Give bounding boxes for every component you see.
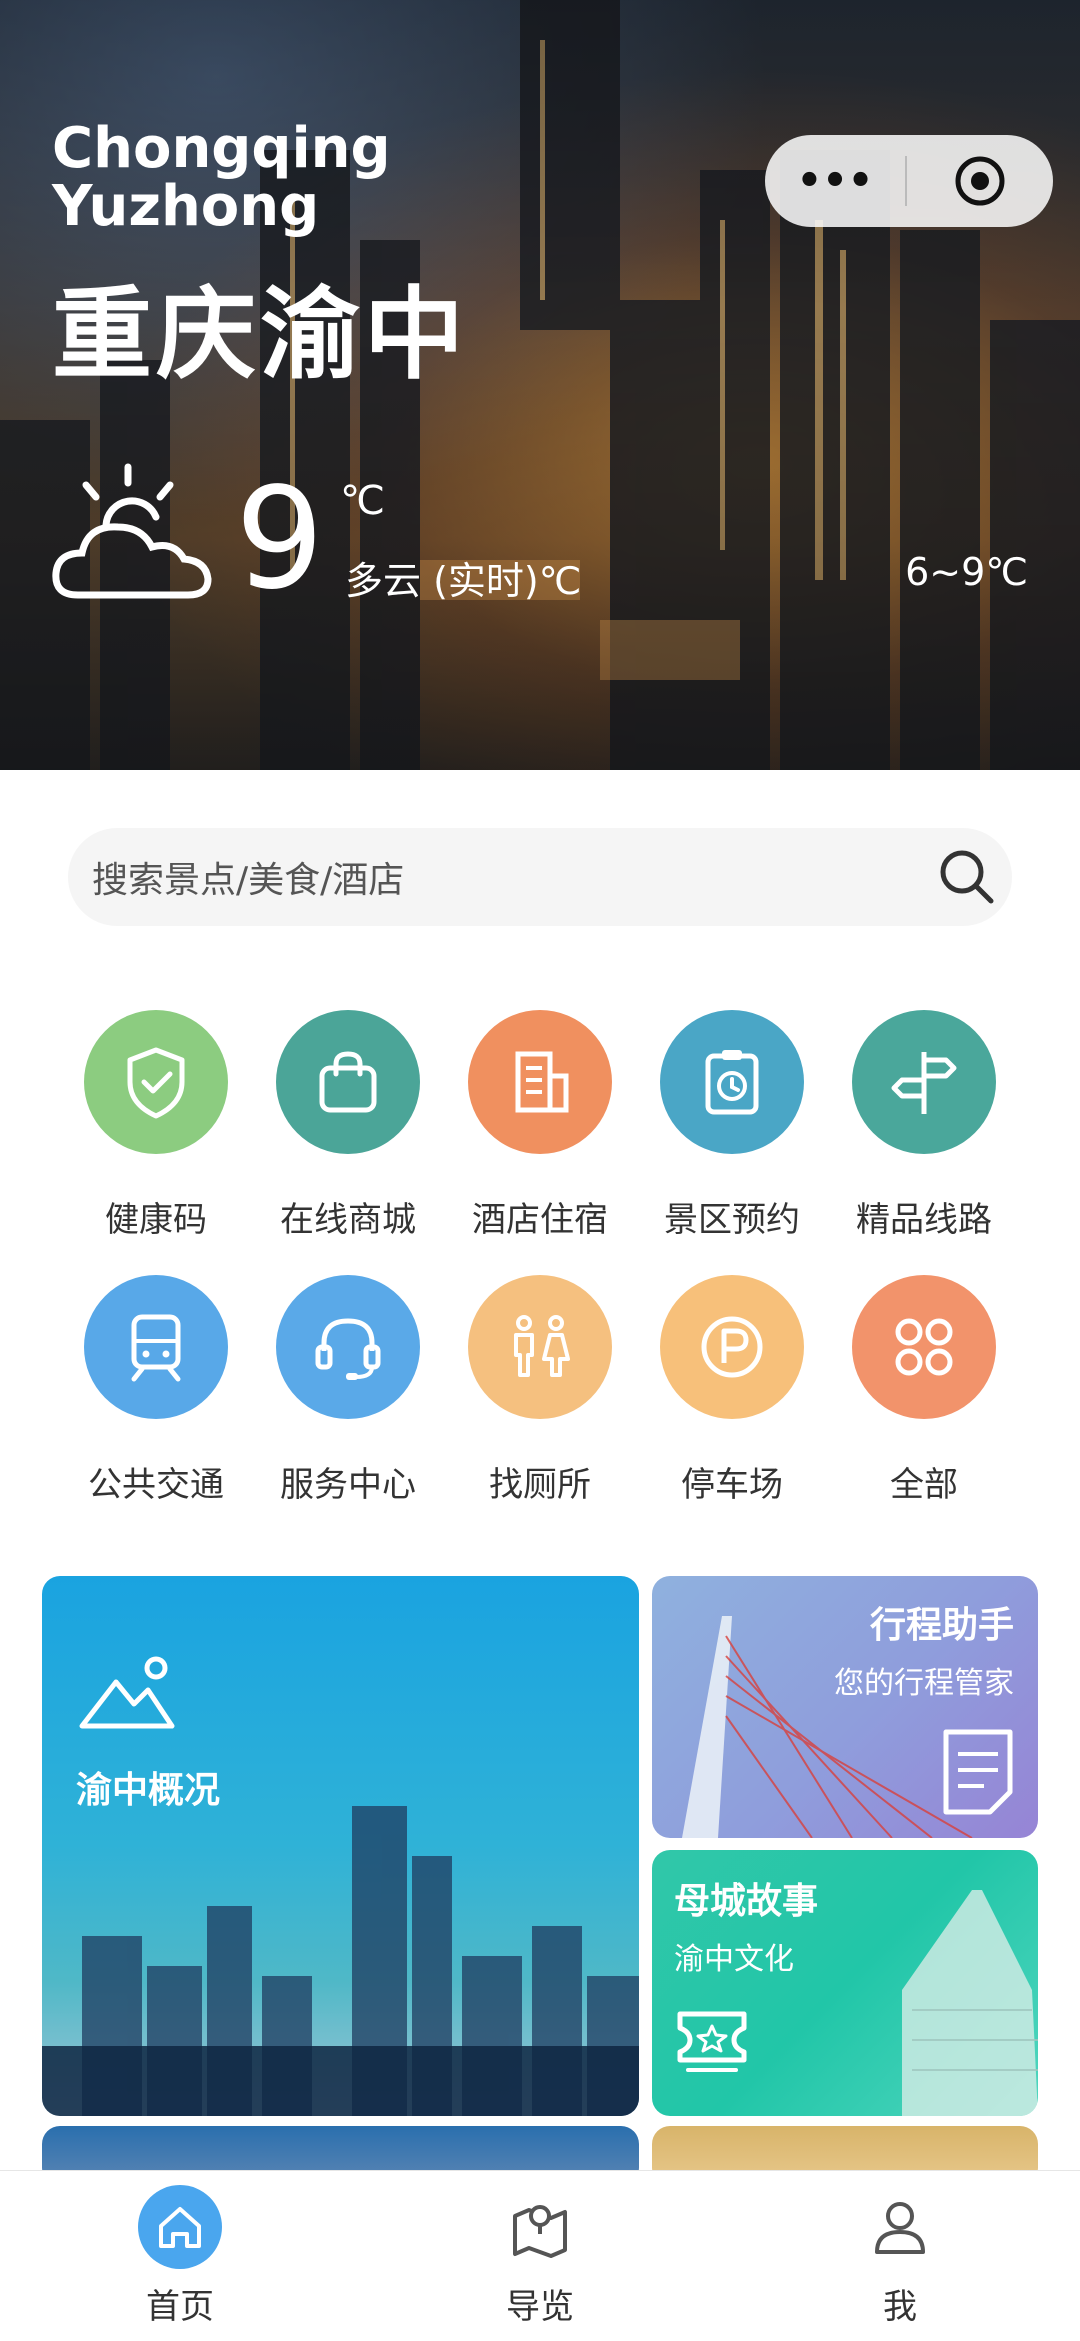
- tab-home-icon-wrap: [138, 2185, 222, 2269]
- headset-icon: [315, 1318, 381, 1380]
- home-icon: [138, 2185, 222, 2269]
- search-bar[interactable]: 搜索景点/美食/酒店: [68, 828, 1012, 926]
- story-subtitle: 渝中文化: [674, 1942, 794, 1977]
- grid-item-label: 在线商城: [280, 1200, 416, 1240]
- routes-circle: [852, 1010, 996, 1154]
- tab-guide[interactable]: 导览: [440, 2185, 640, 2328]
- grid-item-hotel[interactable]: 酒店住宿: [444, 1010, 636, 1241]
- parking-circle: [660, 1275, 804, 1419]
- itinerary-subtitle: 您的行程管家: [834, 1666, 1014, 1701]
- grid-item-public-transport[interactable]: 公共交通: [60, 1275, 252, 1506]
- search-button[interactable]: [922, 832, 1012, 922]
- grid-all-icon: [895, 1318, 953, 1376]
- main-content: 搜索景点/美食/酒店 健康码 在线商城 酒店住宿 景区预约 精品线路 公共交通 …: [0, 770, 1080, 2186]
- target-icon: [955, 156, 1005, 206]
- grid-item-label: 酒店住宿: [472, 1200, 608, 1240]
- tab-home[interactable]: 首页: [80, 2185, 280, 2328]
- signpost-icon: [891, 1052, 957, 1114]
- user-icon: [858, 2185, 942, 2269]
- story-card[interactable]: 母城故事 渝中文化: [652, 1850, 1038, 2116]
- itinerary-title: 行程助手: [869, 1605, 1014, 1646]
- hero-banner: Chongqing Yuzhong 重庆渝中 ••• 9 ℃ 多云 (实时)℃ …: [0, 0, 1080, 770]
- tab-me[interactable]: 我: [800, 2185, 1000, 2328]
- grid-item-label: 公共交通: [88, 1465, 224, 1505]
- search-input[interactable]: 搜索景点/美食/酒店: [68, 851, 922, 903]
- all-circle: [852, 1275, 996, 1419]
- city-title-chinese: 重庆渝中: [52, 276, 468, 393]
- temperature-range: 6~9℃: [905, 550, 1028, 594]
- title-en-line1: Chongqing: [52, 116, 391, 181]
- grid-item-health-code[interactable]: 健康码: [60, 1010, 252, 1241]
- grid-item-restroom[interactable]: 找厕所: [444, 1275, 636, 1506]
- train-icon: [131, 1314, 181, 1382]
- map-pin-icon: [498, 2185, 582, 2269]
- grid-item-scenic-booking[interactable]: 景区预约: [636, 1010, 828, 1241]
- weather-description: 多云 (实时)℃: [345, 559, 582, 603]
- itinerary-card[interactable]: 行程助手 您的行程管家: [652, 1576, 1038, 1838]
- title-en-line2: Yuzhong: [52, 174, 320, 239]
- grid-item-online-mall[interactable]: 在线商城: [252, 1010, 444, 1241]
- grid-item-label: 全部: [890, 1465, 958, 1505]
- search-icon: [940, 850, 994, 904]
- clipboard-clock-icon: [705, 1050, 759, 1115]
- close-miniapp-button[interactable]: [907, 154, 1053, 208]
- document-icon: [943, 1729, 1013, 1815]
- cloudy-sun-icon: [52, 463, 212, 599]
- current-temperature: 9: [235, 458, 325, 621]
- overview-card[interactable]: 渝中概况: [42, 1576, 639, 2116]
- miniapp-capsule: •••: [765, 135, 1053, 227]
- grid-item-routes[interactable]: 精品线路: [828, 1010, 1020, 1241]
- grid-item-label: 服务中心: [280, 1465, 416, 1505]
- building-icon: [515, 1051, 569, 1113]
- ticket-star-icon: [677, 2011, 747, 2072]
- health-code-circle: [84, 1010, 228, 1154]
- grid-item-label: 精品线路: [856, 1200, 992, 1240]
- restroom-circle: [468, 1275, 612, 1419]
- tab-label: 导览: [506, 2287, 574, 2327]
- grid-item-label: 健康码: [105, 1200, 207, 1240]
- grid-item-all[interactable]: 全部: [828, 1275, 1020, 1506]
- grid-item-service-center[interactable]: 服务中心: [252, 1275, 444, 1506]
- city-title-english: Chongqing Yuzhong: [52, 120, 391, 236]
- hotel-circle: [468, 1010, 612, 1154]
- parking-icon: [701, 1316, 763, 1378]
- shield-check-icon: [127, 1047, 185, 1119]
- temperature-unit: ℃: [340, 478, 385, 524]
- grid-item-label: 停车场: [681, 1465, 783, 1505]
- story-title: 母城故事: [674, 1881, 819, 1922]
- grid-item-parking[interactable]: 停车场: [636, 1275, 828, 1506]
- online-mall-circle: [276, 1010, 420, 1154]
- bottom-tab-bar: 首页 导览 我: [0, 2170, 1080, 2341]
- shopping-bag-icon: [319, 1051, 377, 1113]
- tab-label: 我: [883, 2287, 917, 2327]
- service-center-circle: [276, 1275, 420, 1419]
- transport-circle: [84, 1275, 228, 1419]
- tab-label: 首页: [146, 2287, 214, 2327]
- mountain-sun-icon: [79, 1656, 175, 1729]
- more-menu-button[interactable]: •••: [765, 161, 905, 201]
- grid-item-label: 景区预约: [664, 1200, 800, 1240]
- grid-item-label: 找厕所: [489, 1465, 591, 1505]
- restroom-icon: [514, 1315, 570, 1377]
- overview-title: 渝中概况: [76, 1770, 221, 1811]
- scenic-booking-circle: [660, 1010, 804, 1154]
